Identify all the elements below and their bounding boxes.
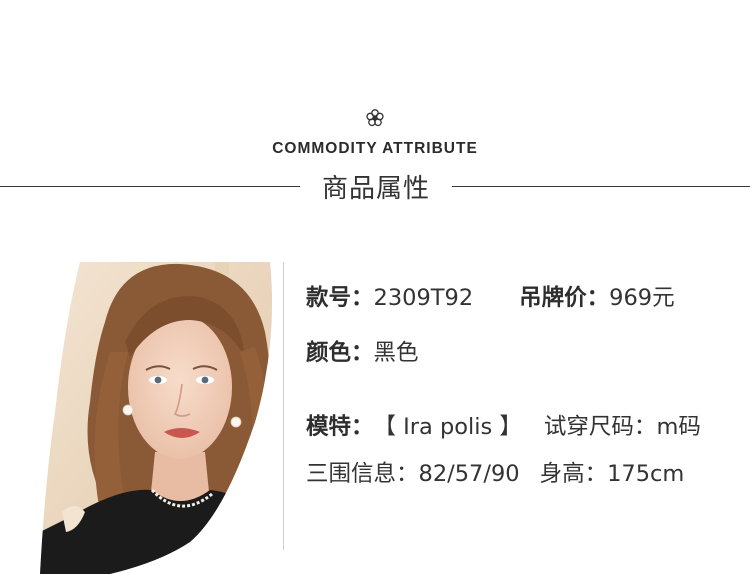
attr-row-color: 颜色：黑色 bbox=[306, 335, 419, 367]
price-label: 吊牌价： bbox=[519, 285, 610, 311]
measure-label: 三围信息： bbox=[306, 461, 419, 487]
section-title-cn: 商品属性 bbox=[321, 174, 430, 204]
color-value: 黑色 bbox=[373, 340, 419, 366]
photo-divider bbox=[283, 262, 284, 550]
attr-row-style-price: 款号：2309T92 吊牌价：969元 bbox=[306, 280, 675, 312]
model-value: 【 Ira polis 】 bbox=[373, 414, 522, 440]
attr-row-measure-height: 三围信息：82/57/90 身高：175cm bbox=[306, 456, 684, 488]
color-label: 颜色： bbox=[306, 340, 374, 366]
height-value: 175cm bbox=[607, 461, 685, 487]
height-label: 身高： bbox=[539, 461, 608, 487]
attr-row-model-size: 模特：【 Ira polis 】试穿尺码：m码 bbox=[306, 409, 701, 441]
title-rule-right bbox=[452, 186, 750, 187]
price-value: 969元 bbox=[609, 285, 675, 311]
title-rule-left bbox=[0, 186, 300, 187]
size-label: 试穿尺码： bbox=[543, 414, 657, 440]
size-value: m码 bbox=[656, 414, 701, 440]
model-label: 模特： bbox=[306, 414, 374, 440]
model-photo bbox=[40, 262, 273, 574]
style-no-value: 2309T92 bbox=[373, 285, 474, 311]
section-title-en: COMMODITY ATTRIBUTE bbox=[272, 140, 478, 157]
measure-value: 82/57/90 bbox=[418, 461, 520, 487]
flower-icon bbox=[366, 109, 384, 127]
style-no-label: 款号： bbox=[306, 285, 374, 311]
